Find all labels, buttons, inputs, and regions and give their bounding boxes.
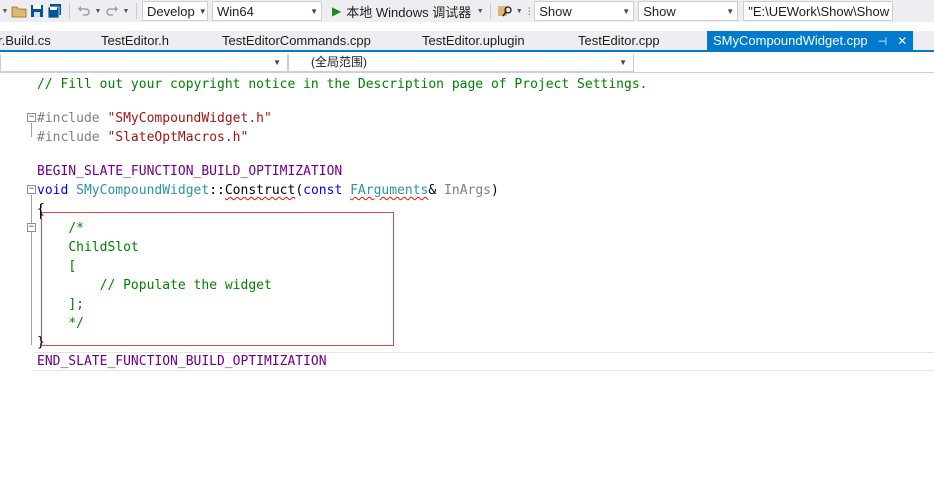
solution-config-select[interactable]: Develop ▼ bbox=[142, 1, 208, 21]
collapse-icon[interactable]: − bbox=[27, 113, 36, 122]
pin-icon[interactable]: ⊣ bbox=[878, 33, 888, 52]
close-icon[interactable]: ✕ bbox=[897, 32, 907, 51]
show-select-1[interactable]: Show ▼ bbox=[534, 1, 635, 21]
find-in-files-icon[interactable] bbox=[496, 2, 514, 20]
command-path-field[interactable]: "E:\UEWork\Show\Show bbox=[743, 1, 894, 21]
solution-config-value: Develop bbox=[147, 3, 195, 19]
chevron-down-icon: ▼ bbox=[273, 58, 281, 67]
code-line-brace-open: { bbox=[37, 202, 45, 217]
command-path-value: "E:\UEWork\Show\Show bbox=[748, 3, 890, 19]
tab-testeditor-h[interactable]: TestEditor.h bbox=[101, 31, 169, 50]
fold-guide bbox=[31, 195, 32, 345]
show-select-1-value: Show bbox=[539, 3, 572, 19]
global-scope-select[interactable]: (全局范围) ▼ bbox=[288, 54, 634, 72]
tab-label: r.Build.cs bbox=[0, 33, 51, 48]
code-line-begin-macro: BEGIN_SLATE_FUNCTION_BUILD_OPTIMIZATION bbox=[37, 164, 343, 179]
code-line-populate-comment: // Populate the widget bbox=[99, 278, 272, 293]
global-scope-value: (全局范围) bbox=[311, 55, 367, 69]
start-debugger-label: 本地 Windows 调试器 bbox=[346, 4, 472, 20]
find-dropdown-caret[interactable]: ▼ bbox=[514, 2, 524, 20]
document-tab-bar: r.Build.cs TestEditor.h TestEditorComman… bbox=[0, 31, 934, 52]
tab-label: TestEditor.cpp bbox=[578, 33, 660, 48]
debugger-dropdown-caret[interactable]: ▼ bbox=[475, 2, 485, 20]
platform-select[interactable]: Win64 ▼ bbox=[212, 1, 322, 21]
redo-icon[interactable] bbox=[103, 2, 121, 20]
fold-guide bbox=[31, 123, 32, 137]
dropdown-caret[interactable]: ▼ bbox=[0, 2, 10, 20]
start-debugger-button[interactable]: ▶ 本地 Windows 调试器 bbox=[328, 1, 475, 21]
undo-icon[interactable] bbox=[75, 2, 93, 20]
code-line-comment-close: */ bbox=[68, 316, 84, 331]
redo-dropdown-caret[interactable]: ▼ bbox=[121, 2, 131, 20]
toolbar-more-icon[interactable]: ⋮ bbox=[524, 2, 534, 20]
code-line-include-1: #include "SMyCompoundWidget.h" bbox=[37, 111, 272, 126]
tab-label: SMyCompoundWidget.cpp bbox=[713, 33, 868, 48]
tab-testeditorcommands-cpp[interactable]: TestEditorCommands.cpp bbox=[222, 31, 371, 50]
collapse-icon[interactable]: − bbox=[27, 223, 36, 232]
code-line-childslot: ChildSlot bbox=[68, 240, 139, 255]
undo-dropdown-caret[interactable]: ▼ bbox=[93, 2, 103, 20]
code-line-function-signature: void SMyCompoundWidget::Construct(const … bbox=[37, 183, 499, 198]
play-icon: ▶ bbox=[332, 4, 342, 18]
tab-testeditor-cpp[interactable]: TestEditor.cpp bbox=[578, 31, 660, 50]
chevron-down-icon: ▼ bbox=[622, 6, 631, 16]
main-toolbar: ▼ ▼ ▼ Develop ▼ Win64 ▼ ▶ 本地 Windows 调试器… bbox=[0, 0, 934, 22]
toolbar-separator bbox=[69, 3, 70, 19]
chevron-down-icon: ▼ bbox=[726, 6, 735, 16]
collapse-icon[interactable]: − bbox=[27, 185, 36, 194]
code-line-1: // Fill out your copyright notice in the… bbox=[37, 77, 648, 92]
tab-label: TestEditor.h bbox=[101, 33, 169, 48]
chevron-down-icon: ▼ bbox=[198, 6, 207, 16]
toolbar-separator bbox=[490, 3, 492, 19]
tab-label: TestEditor.uplugin bbox=[422, 33, 525, 48]
code-line-comment-open: /* bbox=[68, 221, 84, 236]
code-line-end-macro: END_SLATE_FUNCTION_BUILD_OPTIMIZATION bbox=[37, 354, 327, 369]
code-line-bracket-open: [ bbox=[68, 259, 77, 274]
code-editor[interactable]: − − − // Fill out your copyright notice … bbox=[0, 74, 934, 484]
show-select-2[interactable]: Show ▼ bbox=[638, 1, 739, 21]
save-all-icon[interactable] bbox=[46, 2, 64, 20]
chevron-down-icon: ▼ bbox=[310, 6, 318, 16]
tab-label: TestEditorCommands.cpp bbox=[222, 33, 371, 48]
project-scope-select[interactable]: ▼ bbox=[0, 54, 288, 72]
save-icon[interactable] bbox=[28, 2, 46, 20]
toolbar-separator bbox=[136, 3, 137, 19]
platform-value: Win64 bbox=[217, 3, 254, 19]
open-folder-icon[interactable] bbox=[10, 2, 28, 20]
code-line-brace-close: } bbox=[37, 335, 45, 350]
tab-smycompoundwidget-cpp[interactable]: SMyCompoundWidget.cpp ⊣ ✕ bbox=[707, 31, 914, 52]
code-line-bracket-close: ]; bbox=[68, 297, 84, 312]
navigation-bar: ▼ (全局范围) ▼ bbox=[0, 53, 934, 73]
tab-build-cs[interactable]: r.Build.cs bbox=[0, 31, 51, 50]
code-line-include-2: #include "SlateOptMacros.h" bbox=[37, 130, 249, 145]
show-select-2-value: Show bbox=[643, 3, 676, 19]
tab-testeditor-uplugin[interactable]: TestEditor.uplugin bbox=[422, 31, 525, 50]
chevron-down-icon: ▼ bbox=[619, 58, 627, 67]
